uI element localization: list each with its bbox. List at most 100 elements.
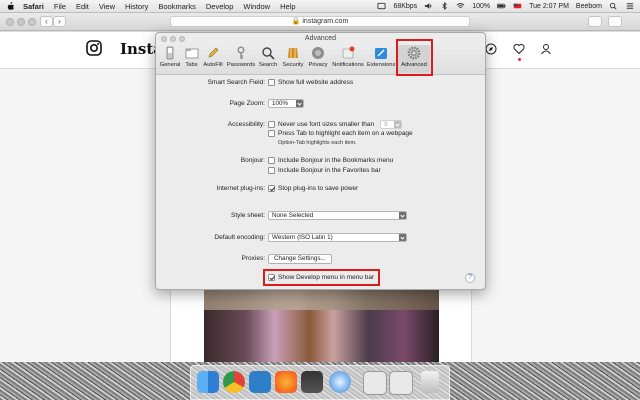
user-name[interactable]: Beebom — [576, 3, 602, 10]
final-cut-icon[interactable] — [301, 371, 323, 393]
music-app-icon[interactable] — [275, 371, 297, 393]
sync-icon[interactable] — [377, 2, 386, 10]
tab-extensions-label: Extensions — [367, 62, 396, 68]
menu-develop[interactable]: Develop — [206, 2, 234, 11]
min-font-size-value: 9 — [384, 121, 388, 128]
menu-safari[interactable]: Safari — [23, 2, 44, 11]
menu-view[interactable]: View — [99, 2, 115, 11]
zoom-window-button[interactable] — [28, 18, 36, 26]
tab-passwords[interactable]: Passwords — [226, 45, 256, 73]
heart-icon[interactable] — [513, 43, 525, 55]
show-full-address-text: Show full website address — [278, 79, 354, 86]
notification-dot — [518, 58, 521, 61]
min-font-size-select[interactable]: 9 — [380, 120, 403, 129]
instagram-logo-icon[interactable] — [86, 40, 102, 56]
accessibility-label: Accessibility: — [227, 121, 265, 128]
develop-row: Show Develop menu in menu bar — [156, 273, 485, 282]
forward-button[interactable]: › — [53, 16, 66, 27]
address-bar[interactable]: 🔒 instagram.com — [170, 16, 470, 27]
bonjour-bookmarks-checkbox[interactable] — [268, 157, 275, 164]
minimized-window-1-icon[interactable] — [363, 371, 387, 395]
smart-search-row: Smart Search Field: Show full website ad… — [156, 78, 485, 87]
chrome-icon[interactable] — [223, 371, 245, 393]
quicktime-icon[interactable] — [249, 371, 271, 393]
tab-notifications[interactable]: Notifications — [330, 45, 366, 73]
key-icon — [237, 46, 245, 59]
magnifier-icon — [262, 47, 275, 60]
general-switch-icon — [166, 46, 174, 60]
style-sheet-row: Style sheet: None Selected — [156, 211, 485, 220]
encoding-arrow-icon — [399, 234, 406, 241]
style-sheet-arrow-icon — [399, 212, 406, 219]
clock[interactable]: Tue 2:07 PM — [529, 3, 569, 10]
bluetooth-icon[interactable] — [440, 2, 449, 10]
bonjour-row: Bonjour: Include Bonjour in the Bookmark… — [156, 156, 485, 165]
tab-autofill[interactable]: AutoFill — [201, 45, 225, 73]
tab-advanced[interactable]: Advanced — [398, 45, 430, 73]
prefs-toolbar: General Tabs AutoFill Passwords Search S… — [156, 44, 485, 75]
notification-center-icon[interactable] — [625, 2, 634, 10]
minimize-window-button[interactable] — [17, 18, 25, 26]
encoding-value: Western (ISO Latin 1) — [272, 234, 333, 241]
menu-edit[interactable]: Edit — [76, 2, 89, 11]
spotlight-icon[interactable] — [609, 2, 618, 10]
security-vest-icon — [288, 48, 298, 58]
tab-tabs[interactable]: Tabs — [183, 45, 200, 73]
change-settings-button[interactable]: Change Settings... — [268, 254, 332, 264]
share-button[interactable] — [588, 16, 602, 27]
menu-file[interactable]: File — [54, 2, 66, 11]
finder-icon[interactable] — [197, 371, 219, 393]
page-zoom-select[interactable]: 100% — [268, 99, 304, 108]
style-sheet-label: Style sheet: — [231, 212, 265, 219]
volume-icon[interactable] — [424, 2, 433, 10]
tab-extensions[interactable]: Extensions — [367, 45, 395, 73]
lock-icon: 🔒 — [291, 18, 301, 25]
apple-icon[interactable] — [6, 1, 15, 11]
style-sheet-select[interactable]: None Selected — [268, 211, 407, 220]
help-button[interactable]: ? — [465, 273, 475, 283]
show-develop-menu-text: Show Develop menu in menu bar — [278, 274, 375, 281]
tab-search[interactable]: Search — [257, 45, 279, 73]
menu-history[interactable]: History — [125, 2, 148, 11]
wifi-icon[interactable] — [456, 2, 465, 10]
stop-plugins-checkbox[interactable] — [268, 185, 275, 192]
bonjour-bookmarks-text: Include Bonjour in the Bookmarks menu — [278, 157, 394, 164]
explore-icon[interactable] — [485, 43, 497, 55]
show-develop-menu-checkbox[interactable] — [268, 274, 275, 281]
tab-tabs-label: Tabs — [185, 62, 198, 68]
tab-security[interactable]: Security — [280, 45, 306, 73]
tab-privacy-label: Privacy — [308, 62, 328, 68]
back-button[interactable]: ‹ — [40, 16, 53, 27]
menu-window[interactable]: Window — [243, 2, 270, 11]
prefs-title: Advanced — [304, 35, 337, 42]
tab-privacy[interactable]: Privacy — [307, 45, 329, 73]
tab-general[interactable]: General — [158, 45, 182, 73]
tab-search-label: Search — [258, 62, 278, 68]
tab-highlight-text: Press Tab to highlight each item on a we… — [278, 130, 413, 137]
trash-icon[interactable] — [421, 371, 439, 393]
menu-bookmarks[interactable]: Bookmarks — [158, 2, 196, 11]
encoding-label: Default encoding: — [214, 234, 265, 241]
encoding-row: Default encoding: Western (ISO Latin 1) — [156, 233, 485, 242]
min-font-size-checkbox[interactable] — [268, 121, 275, 128]
menu-help[interactable]: Help — [280, 2, 295, 11]
gear-icon — [407, 46, 421, 60]
plugins-row: Internet plug-ins: Stop plug-ins to save… — [156, 184, 485, 193]
bonjour-favorites-checkbox[interactable] — [268, 167, 275, 174]
post-photo-top — [204, 290, 439, 310]
battery-icon[interactable] — [497, 2, 506, 10]
extensions-icon — [375, 48, 387, 59]
battery-percent: 100% — [472, 2, 491, 10]
tab-highlight-checkbox[interactable] — [268, 130, 275, 137]
flag-icon[interactable] — [513, 2, 522, 10]
encoding-select[interactable]: Western (ISO Latin 1) — [268, 233, 407, 242]
minimized-window-2-icon[interactable] — [389, 371, 413, 395]
close-window-button[interactable] — [6, 18, 14, 26]
safari-icon[interactable] — [329, 371, 351, 393]
tabs-icon — [185, 48, 198, 59]
profile-icon[interactable] — [540, 43, 552, 55]
tabs-overview-button[interactable] — [608, 16, 622, 27]
page-zoom-arrow-icon — [296, 100, 303, 107]
notifications-icon — [342, 46, 355, 59]
show-full-address-checkbox[interactable] — [268, 79, 275, 86]
